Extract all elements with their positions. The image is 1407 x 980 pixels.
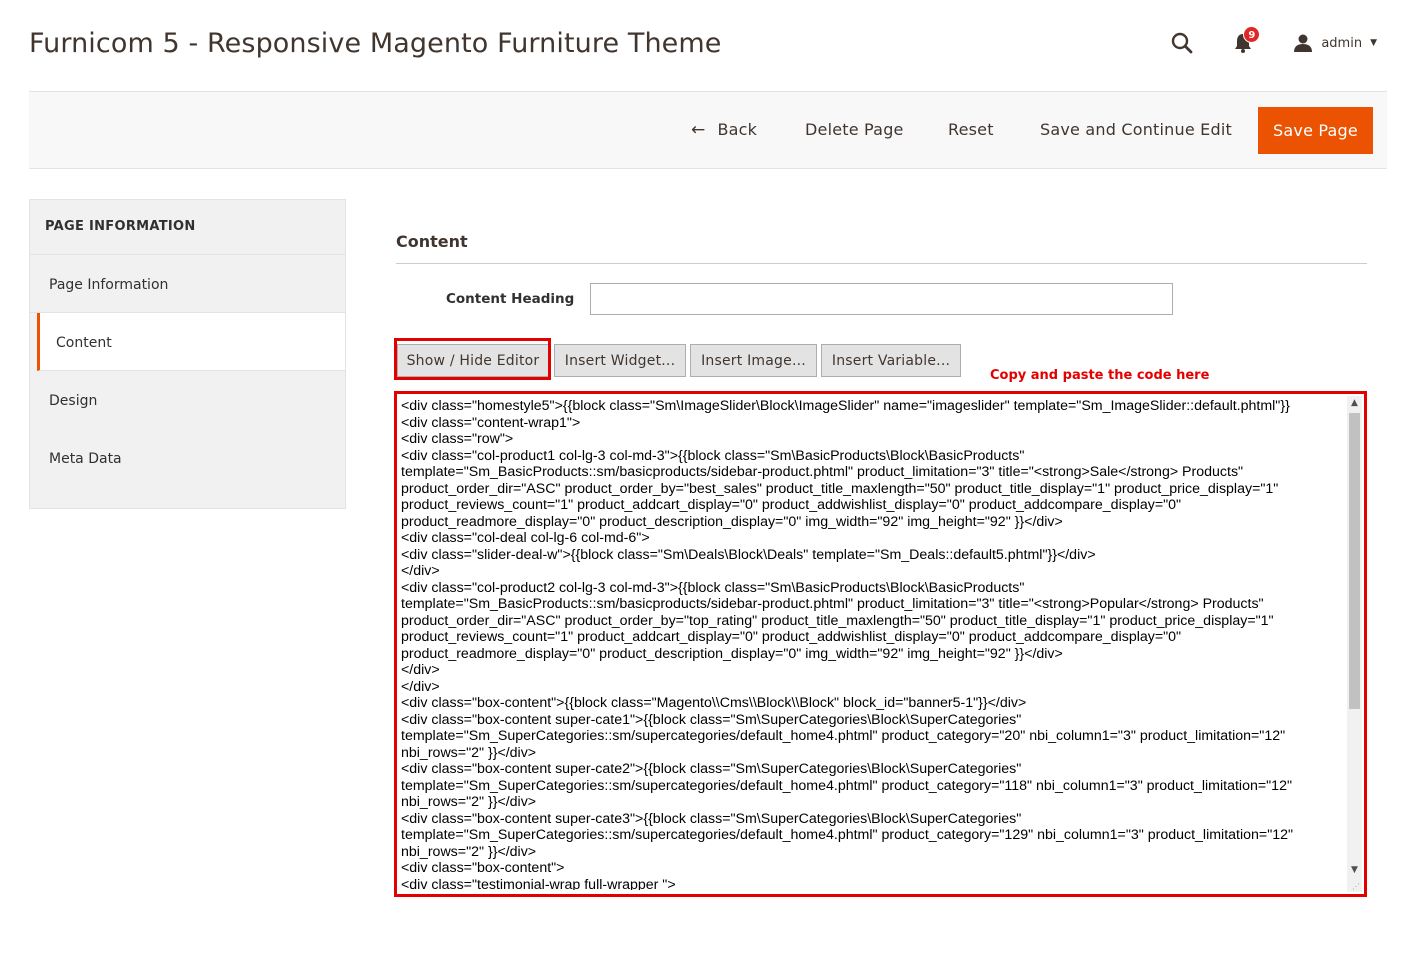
page-actions-toolbar: ← Back Delete Page Reset Save and Continu… — [29, 91, 1387, 169]
code-line: <div class="box-content"> — [401, 860, 565, 876]
delete-page-button[interactable]: Delete Page — [805, 120, 904, 139]
code-line: <div class="col-product1 col-lg-3 col-md… — [401, 447, 1025, 464]
code-line: template="Sm_BasicProducts::sm/basicprod… — [401, 596, 1264, 612]
code-line: <div class="box-content super-cate2">{{b… — [401, 761, 1022, 777]
code-line: nbi_rows="2" }}</div> — [401, 843, 537, 860]
code-line: <div class="box-content super-cate3">{{b… — [401, 810, 1022, 827]
reset-button[interactable]: Reset — [948, 120, 994, 139]
save-and-continue-button[interactable]: Save and Continue Edit — [1040, 120, 1232, 139]
content-heading-label: Content Heading — [446, 291, 575, 307]
code-line: template="Sm_SuperCategories::sm/superca… — [401, 777, 1292, 794]
code-line: product_readmore_display="0" product_des… — [401, 645, 1063, 662]
sidebar-heading: PAGE INFORMATION — [30, 200, 345, 255]
code-line: <div class="row"> — [401, 431, 514, 447]
page-title: Furnicom 5 - Responsive Magento Furnitur… — [29, 28, 722, 59]
code-line: </div> — [401, 678, 440, 695]
sidebar-item-design[interactable]: Design — [30, 371, 345, 429]
sidebar-item-content[interactable]: Content — [37, 313, 345, 371]
code-line: <div class="content-wrap1"> — [401, 414, 581, 431]
annotation-label: Copy and paste the code here — [990, 368, 1210, 383]
save-page-button[interactable]: Save Page — [1258, 107, 1373, 154]
code-line: template="Sm_SuperCategories::sm/superca… — [401, 728, 1286, 744]
resize-grip-icon[interactable]: ⋰ — [1352, 882, 1362, 892]
code-line: </div> — [401, 563, 440, 579]
code-line: <div class="slider-deal-w">{{block class… — [401, 546, 1096, 563]
user-name: admin — [1321, 35, 1363, 51]
code-line: nbi_rows="2" }}</div> — [401, 794, 537, 810]
content-heading-input[interactable] — [590, 283, 1173, 315]
scroll-thumb[interactable] — [1349, 413, 1360, 709]
search-icon[interactable] — [1171, 32, 1193, 54]
insert-variable-button[interactable]: Insert Variable... — [821, 344, 961, 377]
user-menu[interactable]: admin ▼ — [1293, 33, 1377, 53]
sidebar: PAGE INFORMATION Page Information Conten… — [29, 199, 346, 509]
header-actions: 9 admin ▼ — [1171, 26, 1377, 58]
back-button[interactable]: ← Back — [691, 120, 757, 140]
code-line: product_order_dir="ASC" product_order_by… — [401, 480, 1279, 497]
section-title: Content — [396, 232, 468, 251]
caret-down-icon: ▼ — [1370, 38, 1377, 48]
section-divider — [396, 263, 1367, 264]
notification-badge: 9 — [1243, 26, 1261, 43]
code-line: product_reviews_count="1" product_addcar… — [401, 497, 1182, 513]
code-textarea[interactable]: <div class="homestyle5">{{block class="S… — [400, 398, 1346, 890]
code-line: <div class="box-content">{{block class="… — [401, 695, 1027, 711]
code-line: </div> — [401, 662, 440, 678]
code-line: product_reviews_count="1" product_addcar… — [401, 629, 1182, 645]
show-hide-editor-button[interactable]: Show / Hide Editor — [397, 344, 549, 377]
code-line: template="Sm_BasicProducts::sm/basicprod… — [401, 464, 1244, 480]
sidebar-item-meta-data[interactable]: Meta Data — [30, 429, 345, 487]
code-line: product_order_dir="ASC" product_order_by… — [401, 612, 1274, 629]
scrollbar[interactable]: ▲ ▼ — [1347, 396, 1362, 892]
insert-image-button[interactable]: Insert Image... — [690, 344, 817, 377]
sidebar-item-page-information[interactable]: Page Information — [30, 255, 345, 313]
code-line: nbi_rows="2" }}</div> — [401, 744, 537, 761]
notifications-button[interactable]: 9 — [1233, 26, 1261, 54]
user-icon — [1294, 34, 1313, 52]
code-line: <div class="col-product2 col-lg-3 col-md… — [401, 579, 1025, 596]
code-line: <div class="col-deal col-lg-6 col-md-6"> — [401, 530, 650, 546]
code-line: <div class="homestyle5">{{block class="S… — [401, 398, 1290, 414]
code-editor[interactable]: <div class="homestyle5">{{block class="S… — [394, 391, 1367, 897]
code-line: product_readmore_display="0" product_des… — [401, 513, 1063, 530]
scroll-down-icon[interactable]: ▼ — [1347, 863, 1362, 878]
arrow-left-icon: ← — [691, 120, 706, 140]
code-line: <div class="box-content super-cate1">{{b… — [401, 711, 1022, 728]
code-line: <div class="testimonial-wrap full-wrappe… — [401, 876, 676, 891]
insert-widget-button[interactable]: Insert Widget... — [554, 344, 686, 377]
scroll-up-icon[interactable]: ▲ — [1347, 396, 1362, 411]
code-line: template="Sm_SuperCategories::sm/superca… — [401, 827, 1294, 843]
